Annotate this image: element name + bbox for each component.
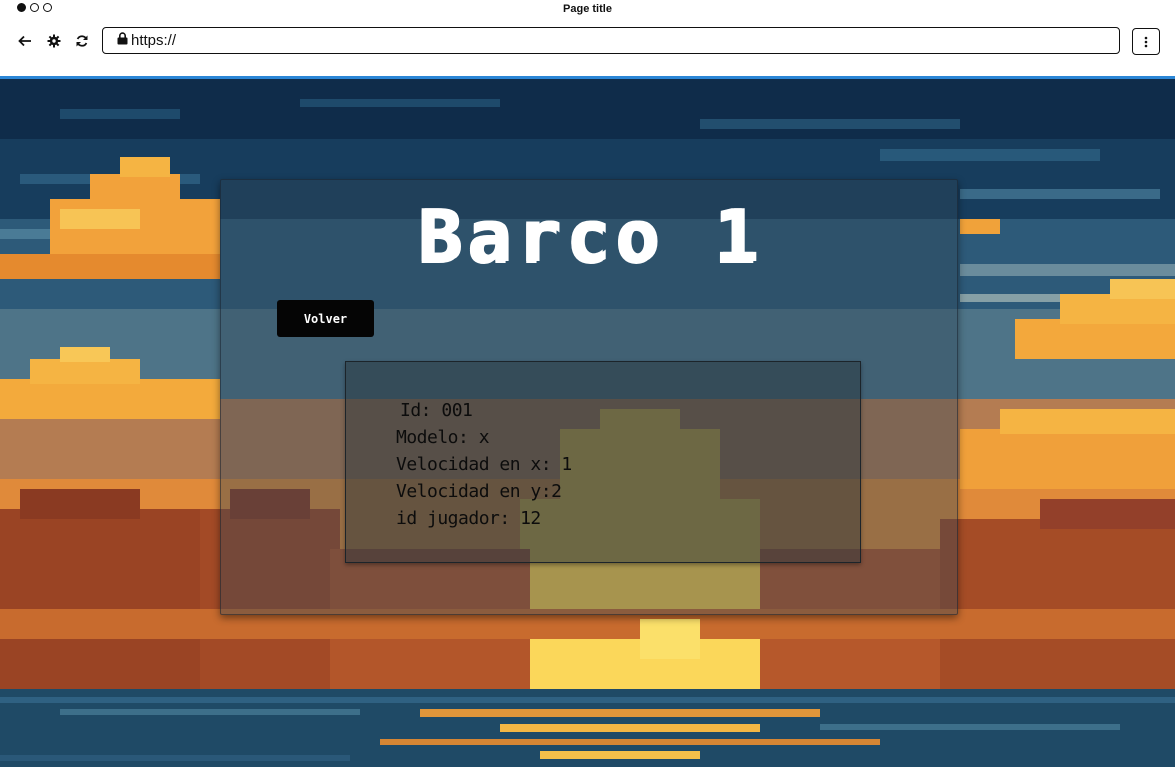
info-value: x (478, 427, 490, 448)
info-label: id jugador: (396, 508, 510, 529)
info-value: 2 (551, 481, 562, 502)
info-value: 12 (520, 508, 541, 529)
browser-page-title: Page title (563, 3, 612, 15)
address-bar[interactable]: https:// (102, 27, 1120, 54)
list-item: Modelo: x (396, 424, 572, 451)
list-item: id jugador: 12 (396, 505, 572, 532)
browser-chrome: Page title https:// (0, 0, 1175, 76)
ship-info-list: Id: 001 Modelo: x Velocidad en x: 1 Velo… (396, 397, 572, 532)
info-label: Velocidad en x: (396, 454, 552, 475)
info-label: Modelo: (396, 427, 469, 448)
page-viewport: Barco 1 Volver Id: 001 Modelo: x Velocid… (0, 79, 1175, 767)
kebab-menu-icon[interactable] (1132, 28, 1160, 55)
info-value: 001 (441, 400, 473, 421)
back-button[interactable]: Volver (277, 300, 374, 337)
info-label: Velocidad en y: (396, 481, 552, 502)
info-value: 1 (561, 454, 572, 475)
ship-detail-panel: Barco 1 Volver Id: 001 Modelo: x Velocid… (220, 179, 958, 615)
list-item: Velocidad en y:2 (396, 478, 572, 505)
list-item: Id: 001 (396, 397, 572, 424)
lock-icon (117, 31, 128, 50)
arrow-left-icon[interactable] (16, 32, 34, 50)
gear-icon[interactable] (45, 32, 63, 50)
url-text: https:// (131, 32, 177, 49)
reload-icon[interactable] (73, 32, 91, 50)
ship-info-box: Id: 001 Modelo: x Velocidad en x: 1 Velo… (345, 361, 861, 563)
info-label: Id: (400, 400, 432, 421)
list-item: Velocidad en x: 1 (396, 451, 572, 478)
page-title: Barco 1 (417, 194, 763, 278)
